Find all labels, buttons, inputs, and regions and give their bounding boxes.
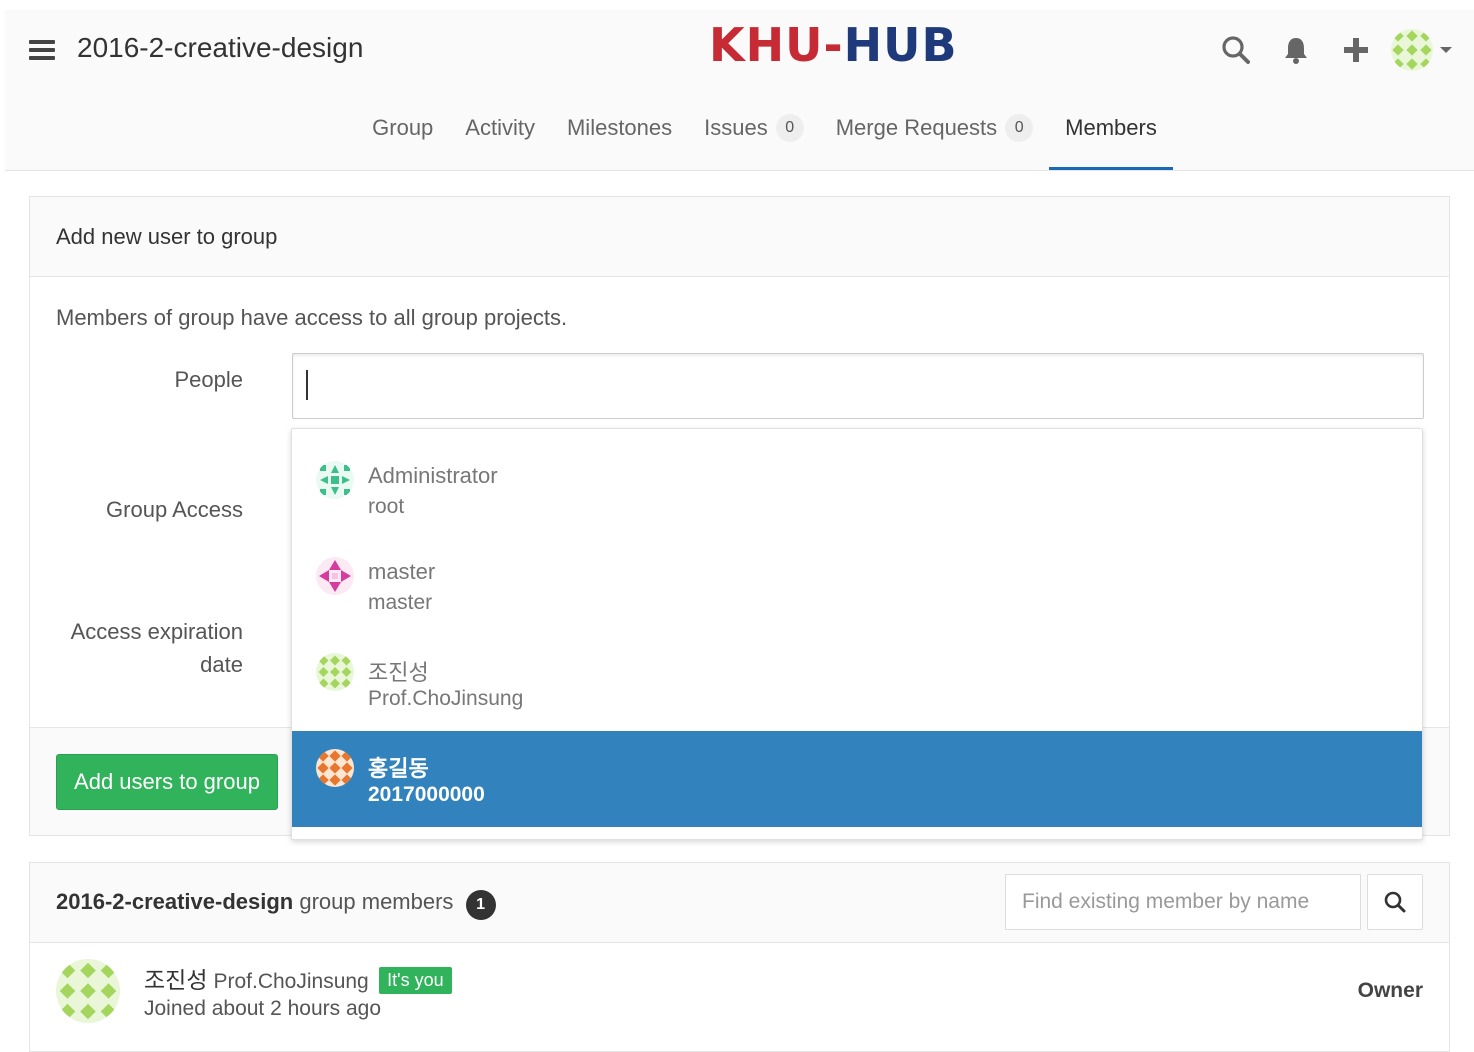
dropdown-item-name: Administrator [368, 463, 498, 488]
dropdown-item-name: 조진성 [368, 660, 429, 685]
avatar [1391, 29, 1433, 71]
people-input[interactable] [292, 353, 1424, 419]
access-expiration-label: Access expiration [70, 619, 243, 644]
members-title: 2016-2-creative-design group members 1 [56, 889, 496, 920]
bell-icon[interactable] [1276, 30, 1316, 70]
member-name-line: 조진성 Prof.ChoJinsung It's you [144, 961, 452, 995]
add-users-button[interactable]: Add users to group [56, 754, 278, 810]
member-search-input[interactable] [1005, 874, 1361, 930]
user-select-dropdown: Administrator root master master 조진성 Pro… [291, 428, 1423, 840]
avatar [316, 557, 354, 595]
avatar [316, 653, 354, 691]
dropdown-item-honggildong[interactable]: 홍길동 2017000000 [292, 731, 1422, 827]
dropdown-item-name: master [368, 559, 436, 584]
dropdown-item-username: master [368, 591, 433, 614]
chevron-down-icon [1440, 47, 1452, 53]
tab-activity[interactable]: Activity [449, 108, 551, 168]
search-icon[interactable] [1216, 30, 1256, 70]
dropdown-item-administrator[interactable]: Administrator root [292, 443, 1422, 539]
menu-icon[interactable] [29, 40, 55, 60]
user-menu[interactable] [1390, 28, 1452, 72]
top-header: 2016-2-creative-design KHU-HUB Group Act… [5, 10, 1474, 171]
members-heading: 2016-2-creative-design group members 1 [30, 863, 1449, 943]
tab-merge-requests[interactable]: Merge Requests 0 [820, 108, 1049, 168]
its-you-badge: It's you [379, 967, 452, 994]
dropdown-item-username: 2017000000 [368, 783, 485, 806]
tab-members[interactable]: Members [1049, 108, 1173, 170]
add-user-heading: Add new user to group [30, 197, 1449, 277]
avatar [316, 461, 354, 499]
member-row: 조진성 Prof.ChoJinsung It's you Joined about… [30, 943, 1449, 1043]
dropdown-item-username: root [368, 495, 405, 518]
member-username: Prof.ChoJinsung [213, 970, 369, 993]
member-search-button[interactable] [1367, 874, 1423, 930]
dropdown-item-name: 홍길동 [368, 756, 429, 781]
group-nav-tabs: Group Activity Milestones Issues 0 Merge … [5, 108, 1474, 170]
dropdown-item-username: Prof.ChoJinsung [368, 687, 524, 710]
access-expiration-label-line2: date [200, 652, 243, 677]
tab-group[interactable]: Group [356, 108, 449, 168]
group-access-label: Group Access [106, 497, 243, 522]
panel-description: Members of group have access to all grou… [56, 305, 568, 330]
members-count-badge: 1 [465, 890, 496, 920]
dropdown-item-chojinsung[interactable]: 조진성 Prof.ChoJinsung [292, 635, 1422, 731]
merge-requests-count-badge: 0 [1005, 114, 1034, 142]
khu-hub-logo[interactable]: KHU-HUB [709, 18, 958, 72]
text-cursor [306, 370, 308, 400]
member-name[interactable]: 조진성 [144, 967, 207, 993]
search-icon [1384, 891, 1406, 913]
header-actions [1196, 28, 1452, 72]
group-members-panel: 2016-2-creative-design group members 1 F… [29, 862, 1450, 1052]
people-label: People [174, 367, 243, 392]
avatar[interactable] [56, 959, 120, 1023]
dropdown-item-master[interactable]: master master [292, 539, 1422, 635]
group-title[interactable]: 2016-2-creative-design [77, 32, 363, 64]
avatar [316, 749, 354, 787]
member-joined-text: Joined about 2 hours ago [144, 997, 382, 1020]
tab-milestones[interactable]: Milestones [551, 108, 688, 168]
tab-issues[interactable]: Issues 0 [688, 108, 820, 168]
issues-count-badge: 0 [775, 114, 804, 142]
plus-icon[interactable] [1336, 30, 1376, 70]
member-role: Owner [1357, 979, 1423, 1002]
